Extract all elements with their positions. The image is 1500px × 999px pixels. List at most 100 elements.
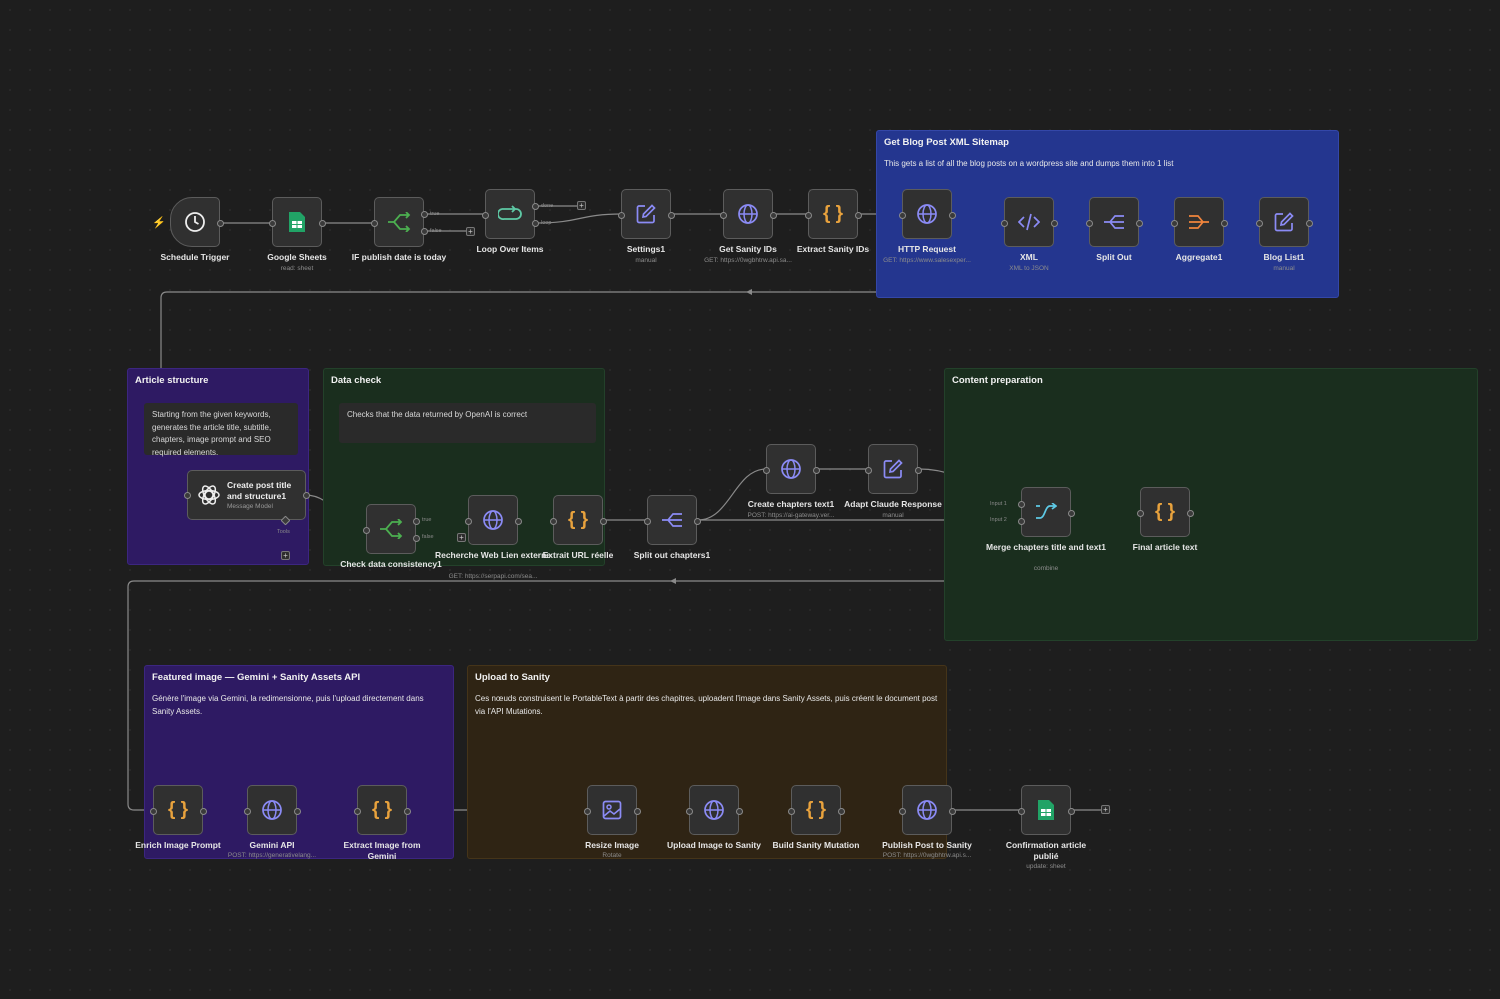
- output-handle[interactable]: [736, 808, 743, 815]
- input-handle[interactable]: [788, 808, 795, 815]
- output-handle[interactable]: [813, 467, 820, 474]
- output-handle[interactable]: [1306, 220, 1313, 227]
- node-create-chapters[interactable]: [763, 444, 820, 494]
- input-handle[interactable]: [1001, 220, 1008, 227]
- node-loop-over-items[interactable]: [482, 189, 539, 239]
- node-http-request[interactable]: [899, 189, 956, 239]
- node-subtitle: combine: [1033, 565, 1059, 572]
- node-final-article-text[interactable]: { }: [1137, 487, 1194, 537]
- node-schedule-trigger[interactable]: [170, 197, 224, 247]
- output-handle[interactable]: [1221, 220, 1228, 227]
- sticky-article-structure[interactable]: Article structure: [127, 368, 309, 565]
- input-handle[interactable]: [584, 808, 591, 815]
- node-aggregate1[interactable]: [1171, 197, 1228, 247]
- output-handle[interactable]: [303, 492, 310, 499]
- add-node-button[interactable]: +: [577, 201, 586, 210]
- node-confirmation-article[interactable]: [1018, 785, 1075, 835]
- node-label: Create post title and structure1: [227, 480, 292, 501]
- node-extract-image-gemini[interactable]: { }: [354, 785, 411, 835]
- output-handle[interactable]: [1068, 510, 1075, 517]
- input-handle[interactable]: [1086, 220, 1093, 227]
- node-recherche-web[interactable]: [465, 495, 522, 545]
- node-merge-chapters[interactable]: [1018, 487, 1075, 537]
- output-handle[interactable]: [294, 808, 301, 815]
- node-resize-image[interactable]: [584, 785, 641, 835]
- add-tool-button[interactable]: +: [281, 551, 290, 560]
- input-handle[interactable]: [363, 527, 370, 534]
- input-handle[interactable]: [1018, 808, 1025, 815]
- output-handle[interactable]: [949, 212, 956, 219]
- input-handle[interactable]: [1171, 220, 1178, 227]
- input1-handle[interactable]: [1018, 501, 1025, 508]
- node-if-publish[interactable]: [371, 197, 428, 247]
- input-handle[interactable]: [1256, 220, 1263, 227]
- loop-icon: [486, 190, 534, 238]
- node-google-sheets[interactable]: [269, 197, 326, 247]
- node-split-out[interactable]: [1086, 197, 1143, 247]
- output-handle[interactable]: [838, 808, 845, 815]
- node-subtitle: Rotate: [602, 852, 622, 859]
- input-handle[interactable]: [899, 212, 906, 219]
- output-true-handle[interactable]: [421, 211, 428, 218]
- input-handle[interactable]: [465, 518, 472, 525]
- input-handle[interactable]: [184, 492, 191, 499]
- input-handle[interactable]: [354, 808, 361, 815]
- node-upload-image-sanity[interactable]: [686, 785, 743, 835]
- node-settings1[interactable]: [618, 189, 675, 239]
- input-handle[interactable]: [720, 212, 727, 219]
- input-handle[interactable]: [244, 808, 251, 815]
- output-handle[interactable]: [404, 808, 411, 815]
- input-handle[interactable]: [899, 808, 906, 815]
- node-gemini-api[interactable]: [244, 785, 301, 835]
- input-handle[interactable]: [550, 518, 557, 525]
- node-build-sanity-mutation[interactable]: { }: [788, 785, 845, 835]
- node-xml[interactable]: [1001, 197, 1058, 247]
- output-handle[interactable]: [217, 220, 224, 227]
- output-handle[interactable]: [200, 808, 207, 815]
- output-handle[interactable]: [1136, 220, 1143, 227]
- output-handle[interactable]: [915, 467, 922, 474]
- input-handle[interactable]: [482, 212, 489, 219]
- output-handle[interactable]: [770, 212, 777, 219]
- output-done-handle[interactable]: [532, 203, 539, 210]
- output-handle[interactable]: [1051, 220, 1058, 227]
- output-handle[interactable]: [515, 518, 522, 525]
- node-get-sanity-ids[interactable]: [720, 189, 777, 239]
- node-blog-list1[interactable]: [1256, 197, 1313, 247]
- node-check-data-consistency[interactable]: [363, 504, 420, 554]
- output-loop-handle[interactable]: [532, 220, 539, 227]
- input-handle[interactable]: [805, 212, 812, 219]
- input-handle[interactable]: [150, 808, 157, 815]
- output-handle[interactable]: [319, 220, 326, 227]
- node-create-post-structure[interactable]: Create post title and structure1 Message…: [184, 470, 310, 526]
- input-handle[interactable]: [371, 220, 378, 227]
- input-handle[interactable]: [686, 808, 693, 815]
- add-node-button[interactable]: +: [1101, 805, 1110, 814]
- input-handle[interactable]: [644, 518, 651, 525]
- output-handle[interactable]: [855, 212, 862, 219]
- node-extrait-url[interactable]: { }: [550, 495, 607, 545]
- add-node-button[interactable]: +: [457, 533, 466, 542]
- input-handle[interactable]: [763, 467, 770, 474]
- output-true-handle[interactable]: [413, 518, 420, 525]
- output-handle[interactable]: [634, 808, 641, 815]
- node-adapt-claude[interactable]: [865, 444, 922, 494]
- add-node-button[interactable]: +: [466, 227, 475, 236]
- output-handle[interactable]: [668, 212, 675, 219]
- input2-handle[interactable]: [1018, 518, 1025, 525]
- node-split-chapters[interactable]: [644, 495, 701, 545]
- output-handle[interactable]: [694, 518, 701, 525]
- output-handle[interactable]: [1068, 808, 1075, 815]
- node-enrich-image-prompt[interactable]: { }: [150, 785, 207, 835]
- input-handle[interactable]: [865, 467, 872, 474]
- output-handle[interactable]: [600, 518, 607, 525]
- input-handle[interactable]: [618, 212, 625, 219]
- input-handle[interactable]: [1137, 510, 1144, 517]
- output-false-handle[interactable]: [413, 535, 420, 542]
- output-handle[interactable]: [1187, 510, 1194, 517]
- output-handle[interactable]: [949, 808, 956, 815]
- output-false-handle[interactable]: [421, 228, 428, 235]
- node-publish-post-sanity[interactable]: [899, 785, 956, 835]
- input-handle[interactable]: [269, 220, 276, 227]
- node-extract-sanity-ids[interactable]: { }: [805, 189, 862, 239]
